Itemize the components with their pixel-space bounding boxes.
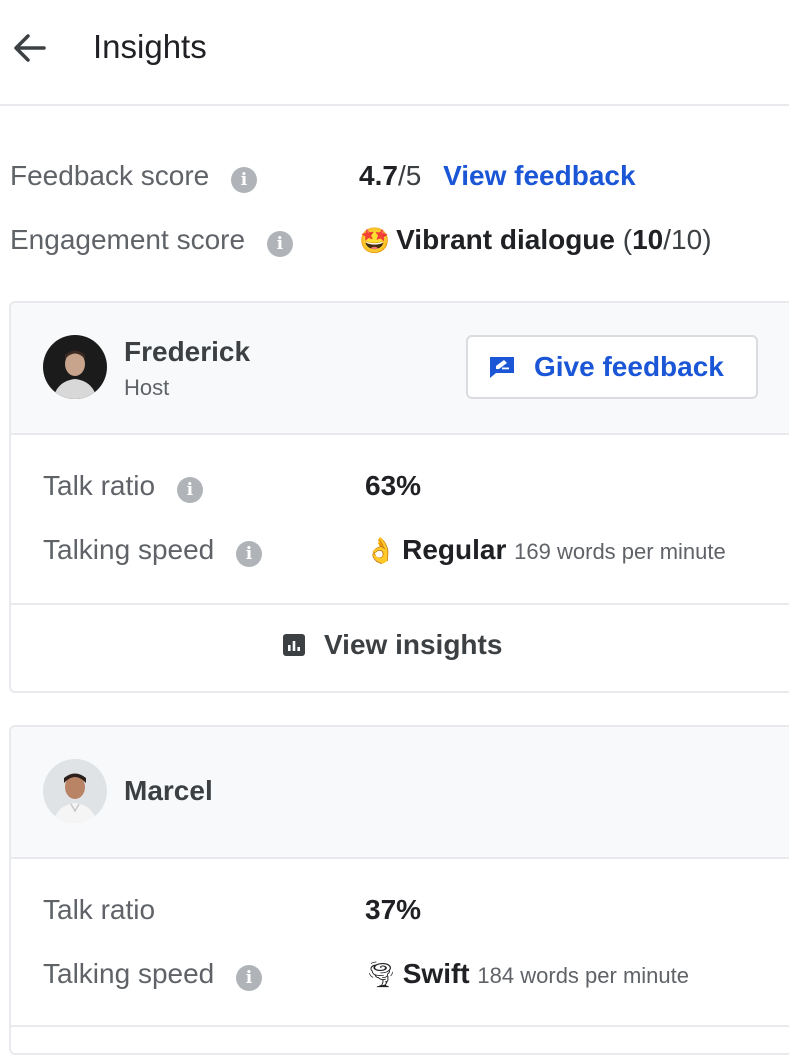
app-header: Insights [0, 0, 789, 106]
talk-ratio-row: Talk ratio 37% [43, 890, 783, 930]
talking-speed-value: Swift [402, 958, 470, 989]
avatar [43, 335, 107, 399]
engagement-score-label: Engagement score [10, 224, 246, 255]
back-button[interactable] [8, 26, 52, 70]
talking-speed-detail: 169 words per minute [514, 539, 726, 564]
engagement-score-row: Engagement score i 🤩 Vibrant dialogue (10… [10, 220, 789, 260]
talk-ratio-label: Talk ratio [43, 894, 156, 925]
insights-chart-icon [283, 634, 305, 656]
talking-speed-value-group: 👌 Regular 169 words per minute [365, 530, 726, 572]
engagement-score-text: Vibrant dialogue [396, 224, 615, 255]
info-icon[interactable]: i [266, 231, 293, 257]
star-struck-emoji-icon: 🤩 [359, 227, 391, 255]
talking-speed-detail: 184 words per minute [477, 963, 689, 988]
feedback-score-label: Feedback score [10, 160, 210, 191]
feedback-score-out-of: /5 [397, 160, 422, 191]
engagement-score-value-group: 🤩 Vibrant dialogue (10/10) [359, 220, 712, 261]
talk-ratio-label: Talk ratio [43, 470, 156, 501]
talking-speed-row: Talking speed i 🌪 Swift 184 words per min… [43, 954, 783, 994]
arrow-back-icon [14, 34, 46, 62]
tornado-emoji-icon: 🌪 [365, 961, 397, 989]
engagement-score-out-of: /10) [663, 224, 712, 255]
talking-speed-value-group: 🌪 Swift 184 words per minute [365, 954, 689, 996]
engagement-paren: ( [615, 224, 633, 255]
avatar [43, 759, 107, 823]
rate-review-icon [490, 357, 514, 378]
participant-name: Marcel [124, 775, 213, 806]
view-insights-label: View insights [324, 629, 503, 660]
talking-speed-label: Talking speed [43, 958, 215, 989]
page-title: Insights [93, 28, 207, 65]
view-feedback-link[interactable]: View feedback [443, 160, 635, 191]
info-icon[interactable]: i [231, 167, 257, 193]
talking-speed-label: Talking speed [43, 534, 215, 565]
talk-ratio-value: 37% [365, 894, 422, 925]
participant-card: Marcel Talk ratio 37% Talking speed i 🌪 S… [9, 725, 789, 1055]
participant-card-header: Frederick Host Give feedback [11, 303, 789, 435]
view-insights-button[interactable]: View insights [11, 603, 789, 691]
feedback-score-value: 4.7 [359, 160, 398, 191]
participant-name: Frederick [124, 336, 251, 367]
participant-card: Frederick Host Give feedback Talk ratio … [9, 301, 789, 693]
talking-speed-row: Talking speed i 👌 Regular 169 words per m… [43, 530, 783, 570]
participant-card-header: Marcel [11, 727, 789, 859]
feedback-score-value-group: 4.7/5 View feedback [359, 156, 636, 196]
info-icon[interactable]: i [236, 541, 263, 567]
give-feedback-label: Give feedback [534, 351, 724, 382]
divider [9, 1025, 789, 1027]
feedback-score-row: Feedback score i 4.7/5 View feedback [10, 156, 789, 196]
info-icon[interactable]: i [236, 965, 263, 991]
info-icon[interactable]: i [176, 477, 203, 503]
participant-role: Host [124, 375, 170, 400]
engagement-score-value: 10 [632, 224, 664, 255]
give-feedback-button[interactable]: Give feedback [466, 335, 758, 399]
talking-speed-value: Regular [402, 534, 507, 565]
ok-hand-emoji-icon: 👌 [365, 537, 397, 565]
talk-ratio-value: 63% [365, 470, 422, 501]
talk-ratio-row: Talk ratio i 63% [43, 466, 783, 506]
